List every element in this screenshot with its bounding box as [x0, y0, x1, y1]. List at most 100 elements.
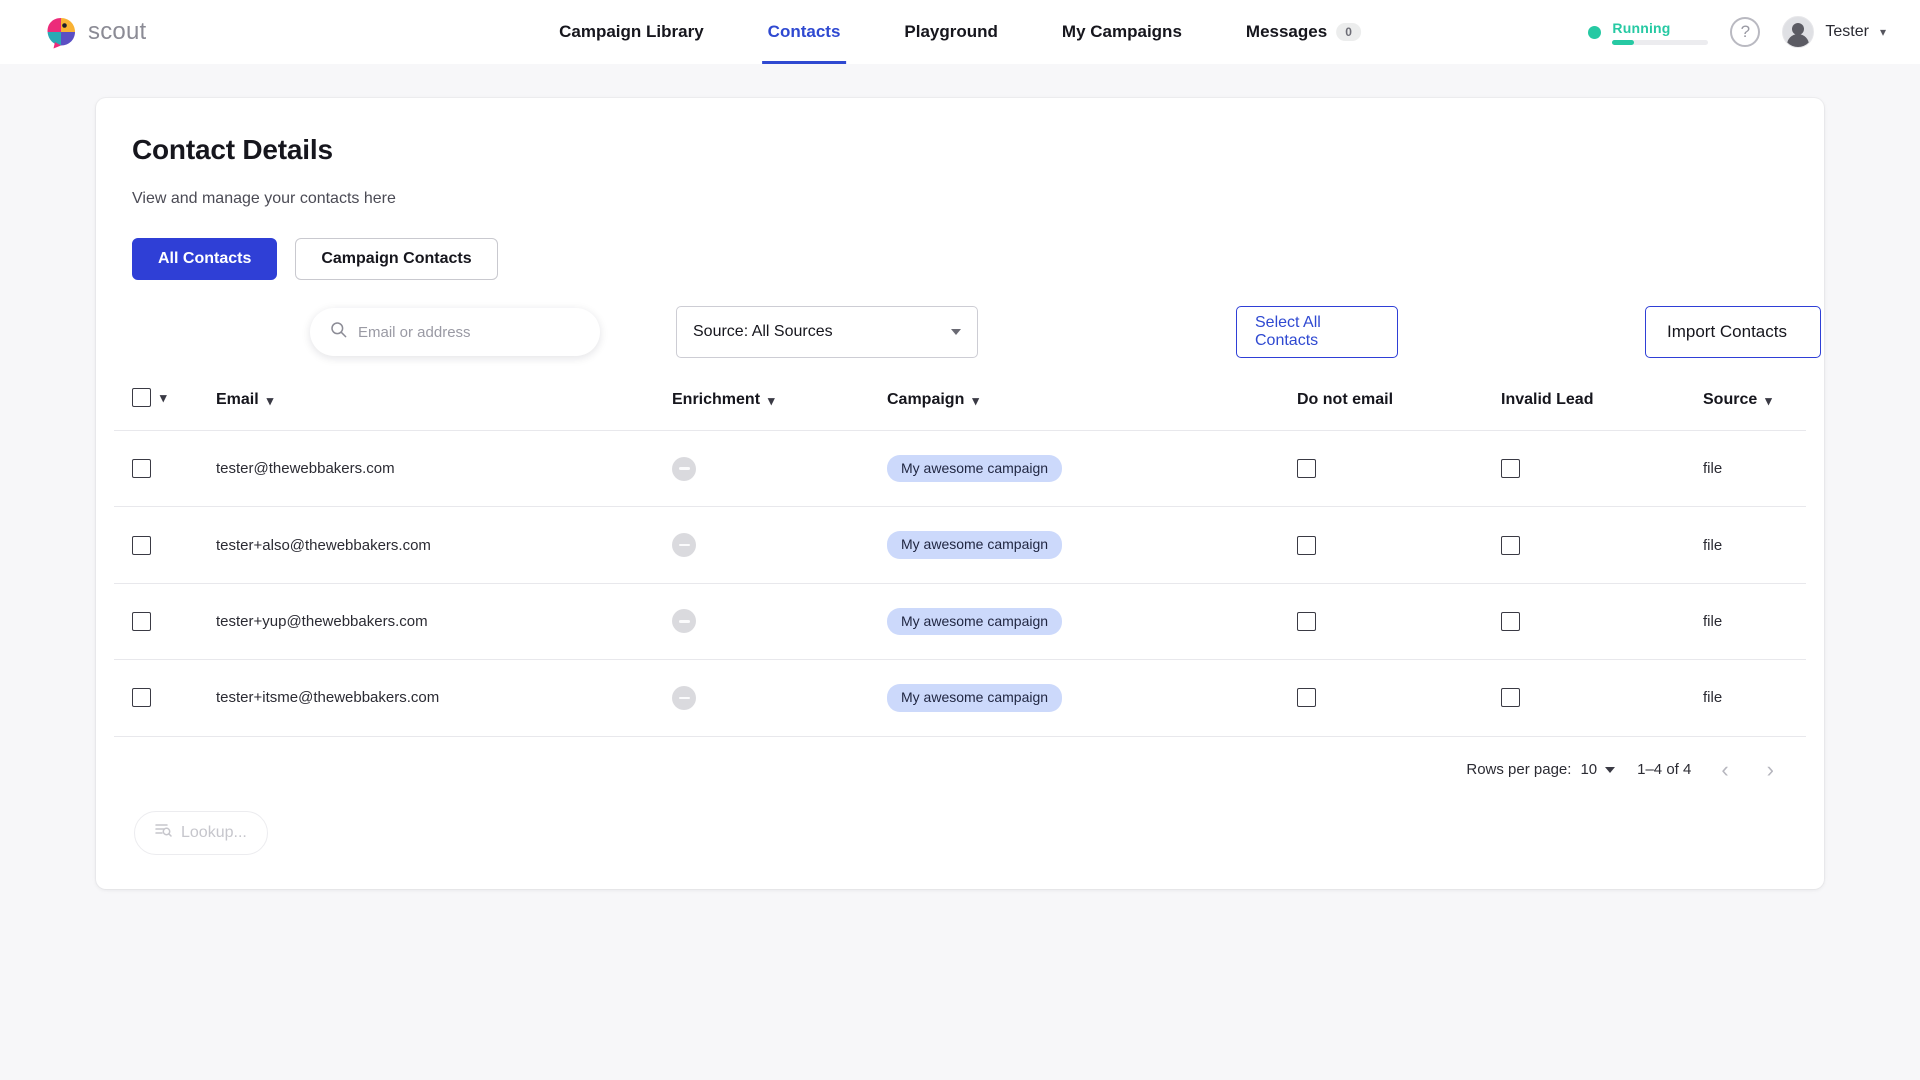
row-source-cell: file — [1693, 583, 1806, 661]
select-all-contacts-button[interactable]: Select All Contacts — [1236, 306, 1398, 358]
row-campaign-cell: My awesome campaign — [879, 583, 1269, 661]
do-not-email-checkbox[interactable] — [1297, 459, 1316, 479]
contact-scope-tabs: All Contacts Campaign Contacts — [132, 238, 1806, 280]
tab-all-contacts[interactable]: All Contacts — [132, 238, 278, 280]
invalid-lead-checkbox[interactable] — [1501, 611, 1520, 631]
rows-per-page-select[interactable]: 10 — [1580, 761, 1616, 778]
campaign-chip[interactable]: My awesome campaign — [887, 607, 1063, 636]
row-source-cell: file — [1693, 430, 1806, 508]
tab-campaign-contacts[interactable]: Campaign Contacts — [295, 238, 498, 280]
contacts-table: ▾ Email ▾ Enrichment ▾ Campaign ▾ Do not… — [114, 374, 1806, 737]
row-invalid-lead-cell — [1481, 659, 1693, 737]
row-select-checkbox[interactable] — [132, 535, 151, 555]
pagination-range-label: 1–4 of 4 — [1637, 761, 1692, 779]
nav-item-playground[interactable]: Playground — [872, 0, 1030, 64]
nav-item-messages-label: Messages — [1245, 22, 1328, 41]
row-invalid-lead-cell — [1481, 583, 1693, 661]
nav-item-my-campaigns[interactable]: My Campaigns — [1030, 0, 1214, 64]
chevron-down-icon[interactable]: ▾ — [160, 391, 167, 404]
row-invalid-lead-cell — [1481, 430, 1693, 508]
contacts-card: Contact Details View and manage your con… — [96, 98, 1824, 889]
table-header-row: ▾ Email ▾ Enrichment ▾ Campaign ▾ Do not… — [114, 374, 1806, 431]
row-select-checkbox[interactable] — [132, 688, 151, 708]
invalid-lead-checkbox[interactable] — [1501, 535, 1520, 555]
question-mark-icon[interactable]: ? — [1730, 17, 1761, 47]
row-email-cell: tester+yup@thewebbakers.com — [174, 583, 644, 661]
column-header-enrichment-label: Enrichment — [672, 391, 761, 408]
row-email-cell: tester+also@thewebbakers.com — [174, 506, 644, 584]
row-campaign-cell: My awesome campaign — [879, 430, 1269, 508]
row-email-cell: tester@thewebbakers.com — [174, 430, 644, 508]
parrot-logo-icon — [44, 15, 78, 49]
import-contacts-label: Import Contacts — [1667, 322, 1787, 341]
row-invalid-lead-cell — [1481, 506, 1693, 584]
row-select-cell — [114, 430, 174, 508]
lookup-button[interactable]: Lookup... — [134, 810, 268, 855]
search-input[interactable] — [358, 323, 580, 341]
table-row: tester+yup@thewebbakers.com My awesome c… — [114, 583, 1806, 661]
nav-item-messages[interactable]: Messages 0 — [1214, 0, 1393, 64]
rows-per-page-label: Rows per page: — [1466, 761, 1572, 779]
filters-row: Source: All Sources Select All Contacts … — [114, 302, 1821, 364]
user-menu[interactable]: Tester ▾ — [1782, 16, 1886, 48]
minus-circle-icon — [672, 456, 696, 481]
do-not-email-checkbox[interactable] — [1297, 688, 1316, 708]
top-navigation-bar: scout Campaign Library Contacts Playgrou… — [0, 0, 1920, 64]
row-enrichment-cell — [644, 430, 879, 508]
chevron-left-icon[interactable]: ‹ — [1713, 758, 1736, 781]
import-contacts-button[interactable]: Import Contacts — [1645, 306, 1821, 358]
messages-count-badge: 0 — [1336, 23, 1361, 41]
column-header-email[interactable]: Email ▾ — [174, 374, 644, 431]
row-campaign-cell: My awesome campaign — [879, 659, 1269, 737]
column-header-campaign-label: Campaign — [887, 391, 965, 408]
chevron-right-icon[interactable]: › — [1759, 758, 1782, 781]
invalid-lead-checkbox[interactable] — [1501, 688, 1520, 708]
do-not-email-checkbox[interactable] — [1297, 611, 1316, 631]
select-all-rows-checkbox[interactable] — [132, 388, 151, 407]
row-source-cell: file — [1693, 659, 1806, 737]
brand-name: scout — [88, 18, 147, 45]
search-icon — [330, 321, 347, 343]
chevron-down-icon: ▾ — [1765, 392, 1772, 408]
search-box[interactable] — [310, 308, 600, 356]
source-filter-select[interactable]: Source: All Sources — [676, 306, 978, 358]
column-header-enrichment[interactable]: Enrichment ▾ — [644, 374, 879, 431]
column-header-do-not-email: Do not email — [1269, 374, 1481, 431]
lookup-label: Lookup... — [181, 823, 247, 841]
source-filter-value: Source: All Sources — [693, 323, 833, 340]
contacts-table-head: ▾ Email ▾ Enrichment ▾ Campaign ▾ Do not… — [114, 374, 1806, 431]
status-dot-icon — [1588, 25, 1602, 39]
nav-item-campaign-library[interactable]: Campaign Library — [527, 0, 736, 64]
row-do-not-email-cell — [1269, 506, 1481, 584]
column-header-campaign[interactable]: Campaign ▾ — [879, 374, 1269, 431]
select-all-contacts-label: Select All Contacts — [1255, 314, 1321, 349]
do-not-email-checkbox[interactable] — [1297, 535, 1316, 555]
row-select-checkbox[interactable] — [132, 459, 151, 479]
page-body: Contact Details View and manage your con… — [0, 64, 1920, 1080]
column-header-invalid-lead: Invalid Lead — [1481, 374, 1693, 431]
campaign-chip[interactable]: My awesome campaign — [887, 531, 1063, 559]
list-search-icon — [155, 822, 172, 844]
column-header-email-label: Email — [216, 391, 259, 408]
row-campaign-cell: My awesome campaign — [879, 506, 1269, 584]
row-enrichment-cell — [644, 659, 879, 737]
brand[interactable]: scout — [44, 15, 146, 49]
campaign-chip[interactable]: My awesome campaign — [887, 455, 1063, 483]
row-enrichment-cell — [644, 506, 879, 584]
column-header-do-not-email-label: Do not email — [1297, 391, 1394, 408]
nav-item-contacts[interactable]: Contacts — [736, 0, 873, 64]
row-select-checkbox[interactable] — [132, 611, 151, 631]
campaign-chip[interactable]: My awesome campaign — [887, 684, 1063, 712]
user-name-label: Tester — [1825, 23, 1869, 40]
invalid-lead-checkbox[interactable] — [1501, 459, 1520, 479]
page-title: Contact Details — [132, 134, 333, 165]
top-right-controls: Running ? Tester ▾ — [1588, 16, 1886, 48]
table-pagination: Rows per page: 10 1–4 of 4 ‹ › — [114, 737, 1806, 781]
column-header-source[interactable]: Source ▾ — [1693, 374, 1806, 431]
column-header-source-label: Source — [1703, 391, 1758, 408]
row-do-not-email-cell — [1269, 583, 1481, 661]
chevron-down-icon: ▾ — [266, 392, 274, 408]
status-label: Running — [1612, 19, 1671, 36]
row-select-cell — [114, 659, 174, 737]
row-select-cell — [114, 506, 174, 584]
